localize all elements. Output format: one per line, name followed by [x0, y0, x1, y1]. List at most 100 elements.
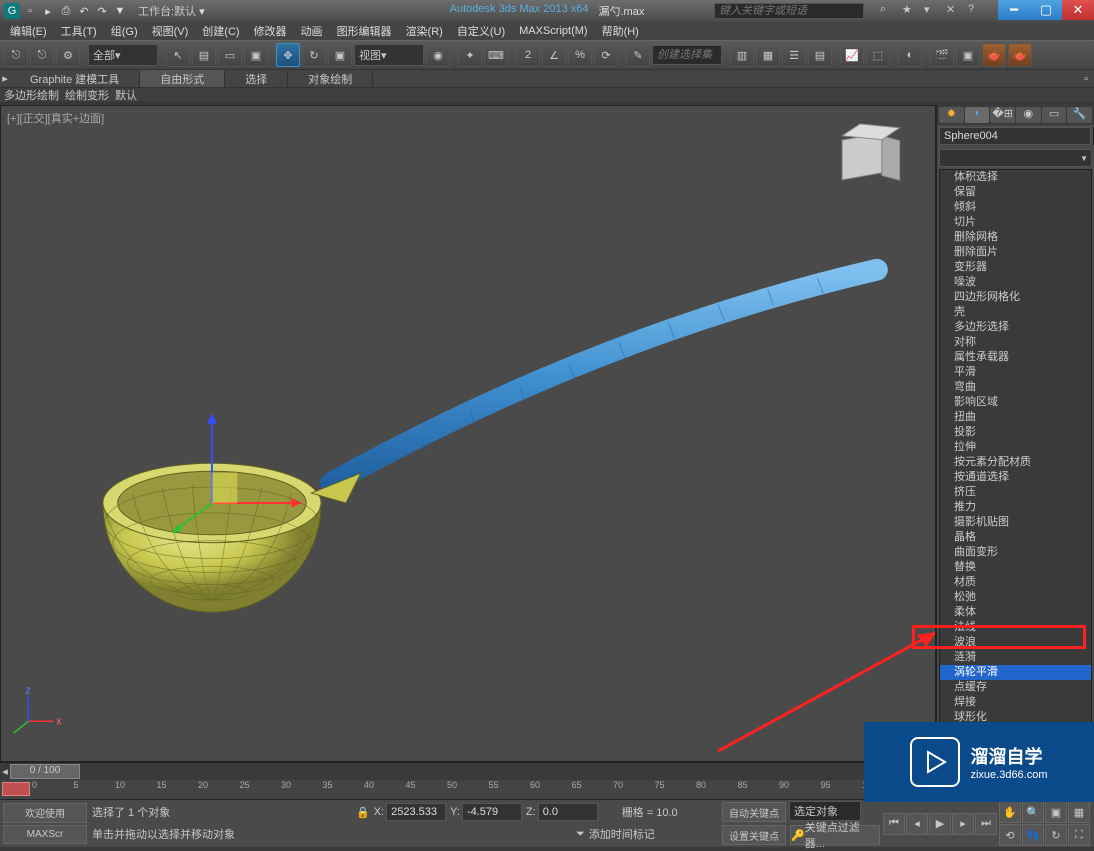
selection-set-input[interactable]: 创建选择集 [652, 45, 722, 65]
time-zero-marker[interactable] [2, 782, 30, 796]
goto-end-icon[interactable]: ⏭ [975, 813, 997, 835]
bind-icon[interactable]: ⚙ [56, 43, 80, 67]
modifier-item[interactable]: 对称 [940, 335, 1091, 350]
modifier-item[interactable]: 松弛 [940, 590, 1091, 605]
prev-frame-icon[interactable]: ◂ [906, 813, 928, 835]
nav-roll-icon[interactable]: ↻ [1045, 824, 1067, 846]
play-icon[interactable]: ▶ [929, 813, 951, 835]
modifier-item[interactable]: 拉伸 [940, 440, 1091, 455]
infocenter-icon[interactable]: ⌕ [880, 3, 896, 19]
select-name-icon[interactable]: ▤ [192, 43, 216, 67]
ribbon-expand-icon[interactable]: ▸ [0, 72, 10, 85]
utilities-tab-icon[interactable]: 🔧 [1067, 107, 1092, 123]
menu-item[interactable]: 帮助(H) [596, 23, 645, 39]
next-frame-icon[interactable]: ▸ [952, 813, 974, 835]
modifier-item[interactable]: 体积选择 [940, 170, 1091, 185]
nav-pan-icon[interactable]: ✋ [999, 801, 1021, 823]
ref-coord-dropdown[interactable]: 视图 ▾ [354, 44, 424, 66]
render-prod-icon[interactable]: 🫖 [1008, 43, 1032, 67]
menu-item[interactable]: 工具(T) [55, 23, 103, 39]
add-time-tag[interactable]: 添加时间标记 [589, 826, 655, 842]
exchange-icon[interactable]: ✕ [946, 3, 962, 19]
ribbon2-default[interactable]: 默认 [115, 87, 137, 103]
modifier-item[interactable]: 属性承载器 [940, 350, 1091, 365]
window-crossing-icon[interactable]: ▣ [244, 43, 268, 67]
ribbon-min-icon[interactable]: ▫ [1078, 73, 1094, 85]
ribbon-tab-selection[interactable]: 选择 [225, 70, 288, 87]
modifier-item[interactable]: 多边形选择 [940, 320, 1091, 335]
manipulate-icon[interactable]: ✦ [458, 43, 482, 67]
snap-percent-icon[interactable]: % [568, 43, 592, 67]
modifier-item[interactable]: 涟漪 [940, 650, 1091, 665]
modify-tab-icon[interactable]: ◗ [965, 107, 990, 123]
ribbon2-polydraw[interactable]: 多边形绘制 [4, 87, 59, 103]
close-button[interactable]: ✕ [1062, 0, 1094, 20]
move-icon[interactable]: ✥ [276, 43, 300, 67]
modifier-item[interactable]: 变形器 [940, 260, 1091, 275]
ribbon-tab-freeform[interactable]: 自由形式 [140, 70, 225, 87]
snap-2d-icon[interactable]: 2 [516, 43, 540, 67]
modifier-item[interactable]: 噪波 [940, 275, 1091, 290]
keyfilter-button[interactable]: 🔑关键点过滤器... [790, 825, 880, 845]
favorite-icon[interactable]: ★ [902, 3, 918, 19]
display-tab-icon[interactable]: ▭ [1042, 107, 1067, 123]
ribbon2-paintdeform[interactable]: 绘制变形 [65, 87, 109, 103]
hierarchy-tab-icon[interactable]: �⊞ [990, 107, 1015, 123]
modifier-item[interactable]: 材质 [940, 575, 1091, 590]
open-icon[interactable]: ▸ [40, 3, 56, 19]
menu-item[interactable]: 图形编辑器 [331, 23, 398, 39]
schematic-icon[interactable]: ⬚ [866, 43, 890, 67]
modifier-item[interactable]: 涡轮平滑 [940, 665, 1091, 680]
maxscript-button[interactable]: MAXScr [3, 825, 87, 845]
ribbon-toggle-icon[interactable]: ▤ [808, 43, 832, 67]
modifier-item[interactable]: 按元素分配材质 [940, 455, 1091, 470]
keyboard-icon[interactable]: ⌨ [484, 43, 508, 67]
minimize-button[interactable]: ━ [998, 0, 1030, 20]
coord-y-input[interactable] [462, 803, 522, 821]
slider-left-icon[interactable]: ◂ [0, 765, 10, 778]
nav-max-icon[interactable]: ⛶ [1068, 824, 1090, 846]
modifier-item[interactable]: 壳 [940, 305, 1091, 320]
help-icon[interactable]: ? [968, 3, 984, 19]
rotate-icon[interactable]: ↻ [302, 43, 326, 67]
qat-dropdown-icon[interactable]: ▼ [112, 3, 128, 19]
nav-orbit-icon[interactable]: ⟲ [999, 824, 1021, 846]
motion-tab-icon[interactable]: ◉ [1016, 107, 1041, 123]
nav-zoom-icon[interactable]: 🔍 [1022, 801, 1044, 823]
menu-item[interactable]: 组(G) [105, 23, 144, 39]
modifier-item[interactable]: 推力 [940, 500, 1091, 515]
maximize-button[interactable]: ▢ [1030, 0, 1062, 20]
modifier-item[interactable]: 按通道选择 [940, 470, 1091, 485]
rendered-frame-icon[interactable]: ▣ [956, 43, 980, 67]
modifier-item[interactable]: 点缓存 [940, 680, 1091, 695]
modifier-item[interactable]: 扭曲 [940, 410, 1091, 425]
modifier-item[interactable]: 投影 [940, 425, 1091, 440]
modifier-item[interactable]: 替换 [940, 560, 1091, 575]
viewport[interactable]: [+][正交][真实+边面] [0, 105, 936, 762]
undo-icon[interactable]: ↶ [76, 3, 92, 19]
modifier-item[interactable]: 删除面片 [940, 245, 1091, 260]
modifier-item[interactable]: 切片 [940, 215, 1091, 230]
modifier-item[interactable]: 曲面变形 [940, 545, 1091, 560]
snap-angle-icon[interactable]: ∠ [542, 43, 566, 67]
render-icon[interactable]: 🫖 [982, 43, 1006, 67]
modifier-list[interactable]: 体积选择保留倾斜切片删除网格删除面片变形器噪波四边形网格化壳多边形选择对称属性承… [939, 169, 1092, 762]
lock-icon[interactable]: 🔒 [356, 806, 370, 819]
material-editor-icon[interactable]: ◐ [898, 43, 922, 67]
menu-item[interactable]: MAXScript(M) [513, 25, 593, 37]
render-setup-icon[interactable]: 🎬 [930, 43, 954, 67]
menu-item[interactable]: 修改器 [248, 23, 293, 39]
menu-item[interactable]: 视图(V) [146, 23, 195, 39]
nav-walk-icon[interactable]: 👣 [1022, 824, 1044, 846]
coord-x-input[interactable] [386, 803, 446, 821]
align-icon[interactable]: ▦ [756, 43, 780, 67]
modifier-item[interactable]: 焊接 [940, 695, 1091, 710]
time-tag-icon[interactable]: ⏷ [576, 828, 585, 841]
scale-icon[interactable]: ▣ [328, 43, 352, 67]
modifier-item[interactable]: 平滑 [940, 365, 1091, 380]
save-icon[interactable]: ⎙ [58, 3, 74, 19]
modifier-item[interactable]: 倾斜 [940, 200, 1091, 215]
workspace-selector[interactable]: 工作台:默认 ▾ [132, 3, 211, 19]
autokey-button[interactable]: 自动关键点 [722, 802, 786, 822]
app-icon[interactable]: G [4, 3, 20, 19]
